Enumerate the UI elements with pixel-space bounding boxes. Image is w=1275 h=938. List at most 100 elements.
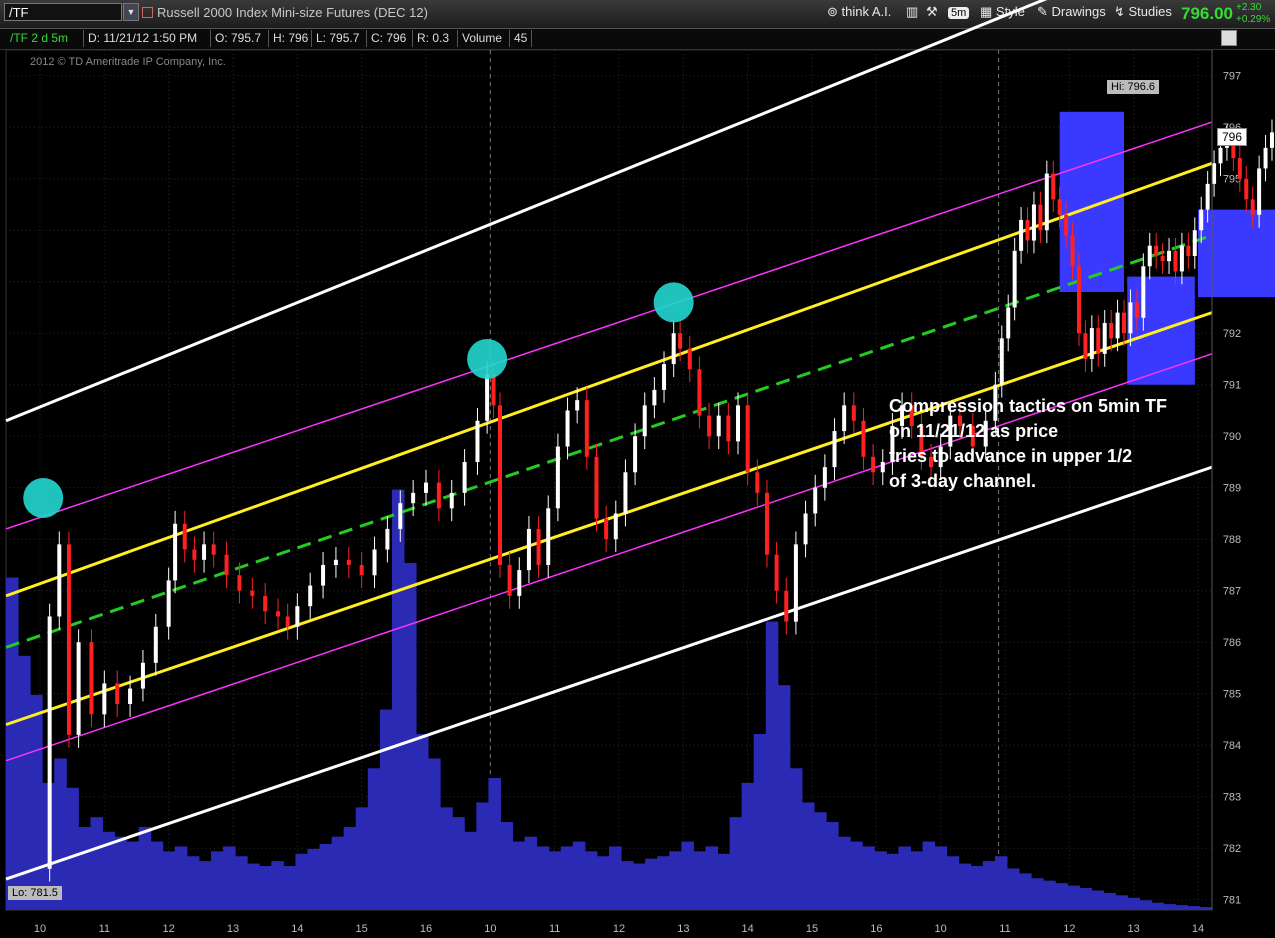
volume-bar [476,802,489,910]
candle-body [166,580,171,627]
candle-body [726,415,731,442]
volume-bar [1019,873,1032,910]
volume-bar [150,841,164,910]
candle-body [880,461,885,473]
volume-bar [584,851,598,910]
x-tick-label: 11 [99,923,110,935]
candle-body [1115,312,1120,339]
candle-body [813,487,818,514]
y-tick-label: 784 [1223,740,1241,752]
y-tick-label: 791 [1223,380,1241,392]
candle-body [1128,302,1133,334]
candle-body [398,503,403,529]
candle-body [851,405,856,421]
volume-bar [1175,905,1189,910]
candle-body [613,513,618,540]
candle-body [678,333,683,349]
candle-body [76,642,81,735]
y-tick-label: 797 [1223,71,1241,83]
volume-bar [295,853,308,910]
candle-body [1244,178,1249,200]
volume-bar [464,831,477,910]
annotation-line: of 3-day channel. [889,471,1037,491]
candle-body [1031,204,1036,241]
volume-bar [572,841,586,910]
highlight-circle [467,338,508,379]
x-tick-label: 10 [34,923,46,935]
highlight-circle [653,282,694,323]
candle-body [57,544,62,617]
candle-body [308,585,313,607]
volume-bar [970,866,984,910]
candle-body [475,420,480,462]
volume-bar [548,851,562,910]
candle-body [1019,219,1024,251]
candle-body [1205,183,1210,210]
candle-body [1134,302,1139,318]
candle-body [372,549,377,576]
candle-body [633,436,638,473]
volume-bar [681,841,694,910]
x-tick-label: 15 [356,923,368,935]
volume-bar [126,841,140,910]
candle-body [999,338,1004,385]
volume-bar [343,826,357,910]
y-tick-label: 783 [1223,792,1241,804]
volume-bar [922,841,936,910]
candle-body [861,420,866,457]
candle-body [1199,209,1204,231]
candle-body [1057,199,1062,215]
highlight-circle [23,478,64,519]
volume-bar [934,846,948,910]
volume-bar [319,844,333,910]
x-tick-label: 15 [806,923,818,935]
volume-bar [560,846,574,910]
x-tick-label: 11 [549,923,560,935]
x-tick-label: 10 [484,923,496,935]
volume-bar [910,851,924,910]
candle-body [662,364,667,390]
candle-body [1237,158,1242,179]
volume-bar [645,858,658,910]
volume-bar [428,758,441,910]
volume-bar [114,836,128,910]
candle-body [764,492,769,555]
volume-bar [958,863,972,910]
volume-bar [717,853,731,910]
candle-body [1044,173,1049,231]
candle-body [333,559,338,565]
candle-body [346,559,351,565]
volume-bar [30,694,43,910]
volume-bar [283,866,296,910]
candle-body [697,369,702,416]
x-tick-label: 14 [291,923,303,935]
volume-bar [789,768,803,910]
volume-bar [247,863,260,910]
candle-body [822,467,827,488]
volume-bar [162,851,176,910]
volume-bar [753,734,767,910]
y-tick-label: 789 [1223,483,1241,495]
candle-body [594,456,599,519]
volume-bar [596,856,610,910]
volume-bar [1043,880,1056,910]
candle-body [224,554,229,576]
candle-body [526,528,531,571]
candle-body [436,482,441,509]
candle-body [555,446,560,509]
candle-body [1070,235,1075,267]
volume-bar [138,826,152,910]
chart-annotation: Compression tactics on 5min TF on 11/21/… [889,394,1219,494]
candle-body [295,606,300,627]
volume-bar [1031,878,1044,910]
x-tick-label: 13 [1128,923,1140,935]
y-tick-label: 792 [1223,328,1241,340]
volume-bar [78,826,91,910]
volume-bar [416,734,429,910]
volume-bar [1151,902,1165,910]
candle-body [47,616,52,869]
volume-bar [391,489,405,910]
volume-bar [452,817,465,910]
candle-body [755,472,760,493]
candle-body [536,528,541,565]
